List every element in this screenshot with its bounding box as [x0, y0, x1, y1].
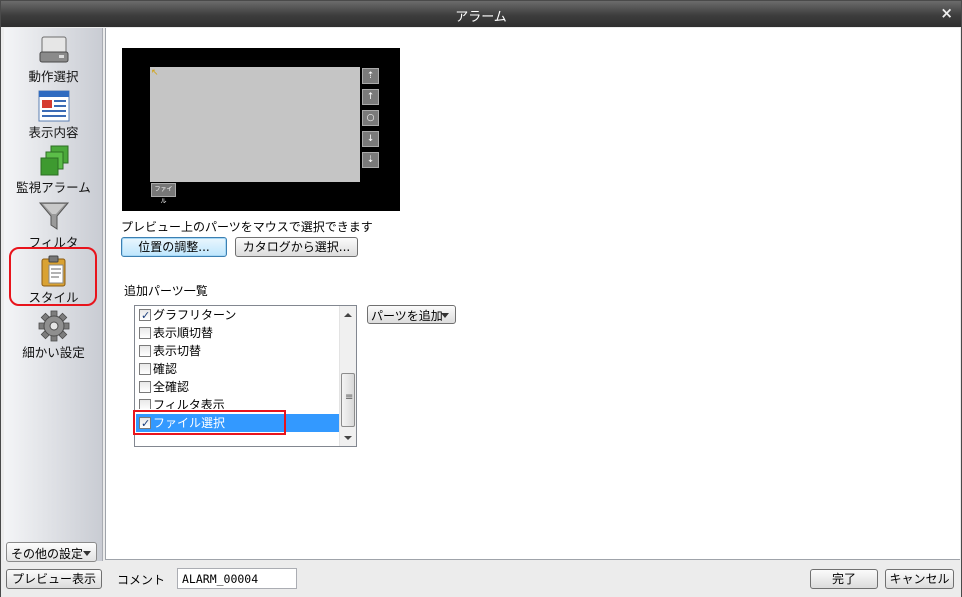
title-bar: アラーム × — [1, 1, 961, 27]
file-select-highlight-outline — [133, 410, 286, 435]
sidebar-item-label: 動作選択 — [28, 69, 79, 84]
sidebar-item-filter[interactable]: フィルタ — [4, 198, 103, 253]
list-item-label: 表示切替 — [153, 344, 202, 358]
checkbox[interactable] — [139, 345, 151, 357]
close-icon[interactable]: × — [940, 4, 953, 22]
sidebar-item-action[interactable]: 動作選択 — [4, 32, 103, 87]
list-item-display-toggle[interactable]: 表示切替 — [136, 342, 339, 360]
add-part-label: パーツを追加 — [371, 309, 443, 323]
list-item-label: 確認 — [153, 362, 178, 376]
preview-scroll-up-button[interactable]: ↑ — [362, 89, 379, 105]
preview-scroll-top-button[interactable]: ⇡ — [362, 68, 379, 84]
chevron-down-icon — [83, 551, 91, 556]
sidebar-item-label: 監視アラーム — [16, 180, 91, 195]
sidebar-item-display[interactable]: 表示内容 — [4, 88, 103, 143]
preview-display-button[interactable]: プレビュー表示 — [6, 569, 102, 589]
other-settings-label: その他の設定 — [11, 547, 84, 561]
chevron-down-icon — [441, 313, 449, 318]
gear-icon — [37, 310, 71, 342]
list-item-label: グラフリターン — [153, 308, 237, 322]
ok-button[interactable]: 完了 — [810, 569, 878, 589]
sidebar-item-detail-settings[interactable]: 細かい設定 — [4, 308, 103, 363]
list-scrollbar[interactable] — [339, 306, 356, 446]
sidebar-item-label: 表示内容 — [28, 125, 79, 140]
list-item-filter-display[interactable]: フィルタ表示 — [136, 396, 339, 409]
preview-scroll-down-button[interactable]: ↓ — [362, 131, 379, 147]
cursor-icon: ↖ — [151, 68, 159, 78]
drive-icon — [37, 34, 71, 66]
preview-file-button[interactable]: ファイル — [151, 183, 176, 205]
checkbox[interactable] — [139, 307, 151, 325]
green-stack-icon — [37, 145, 71, 177]
preview-confirm-button[interactable]: ○ — [362, 110, 379, 126]
document-list-icon — [37, 90, 71, 122]
checkbox[interactable] — [139, 327, 151, 339]
list-item-graph-return[interactable]: グラフリターン — [136, 306, 339, 325]
preview-alarm-screen[interactable] — [150, 67, 360, 182]
list-item-confirm[interactable]: 確認 — [136, 360, 339, 378]
position-adjust-button[interactable]: 位置の調整... — [121, 237, 227, 257]
scroll-down-arrow-icon[interactable] — [344, 436, 352, 440]
list-item-confirm-all[interactable]: 全確認 — [136, 378, 339, 396]
cancel-button[interactable]: キャンセル — [885, 569, 954, 589]
parts-list-label: 追加パーツ一覧 — [124, 284, 208, 298]
preview-scroll-bottom-button[interactable]: ⇣ — [362, 152, 379, 168]
checkbox[interactable] — [139, 399, 151, 409]
checkbox[interactable] — [139, 381, 151, 393]
list-item-sort-toggle[interactable]: 表示順切替 — [136, 324, 339, 342]
style-highlight-outline — [9, 247, 97, 306]
window-title: アラーム — [455, 10, 507, 25]
other-settings-dropdown[interactable]: その他の設定 — [6, 542, 97, 562]
list-item-label: フィルタ表示 — [153, 398, 225, 409]
comment-field[interactable]: ALARM_00004 — [177, 568, 297, 589]
select-from-catalog-button[interactable]: カタログから選択... — [235, 237, 358, 257]
funnel-icon — [37, 200, 71, 232]
alarm-dialog: アラーム × 動作選択 表示内容 監視アラーム フィルタ スタイル 細かい設定 … — [0, 0, 962, 597]
comment-label: コメント — [117, 573, 166, 587]
add-part-dropdown[interactable]: パーツを追加 — [367, 305, 456, 324]
scroll-thumb[interactable] — [341, 373, 355, 427]
preview-caption: プレビュー上のパーツをマウスで選択できます — [121, 220, 373, 234]
scroll-up-arrow-icon[interactable] — [344, 313, 352, 317]
preview-canvas[interactable]: ↖ ⇡ ↑ ○ ↓ ⇣ ファイル — [122, 48, 400, 211]
sidebar-item-monitor-alarm[interactable]: 監視アラーム — [4, 143, 103, 198]
list-item-label: 全確認 — [153, 380, 190, 394]
list-item-label: 表示順切替 — [153, 326, 214, 340]
sidebar-item-label: 細かい設定 — [22, 345, 85, 360]
checkbox[interactable] — [139, 363, 151, 375]
